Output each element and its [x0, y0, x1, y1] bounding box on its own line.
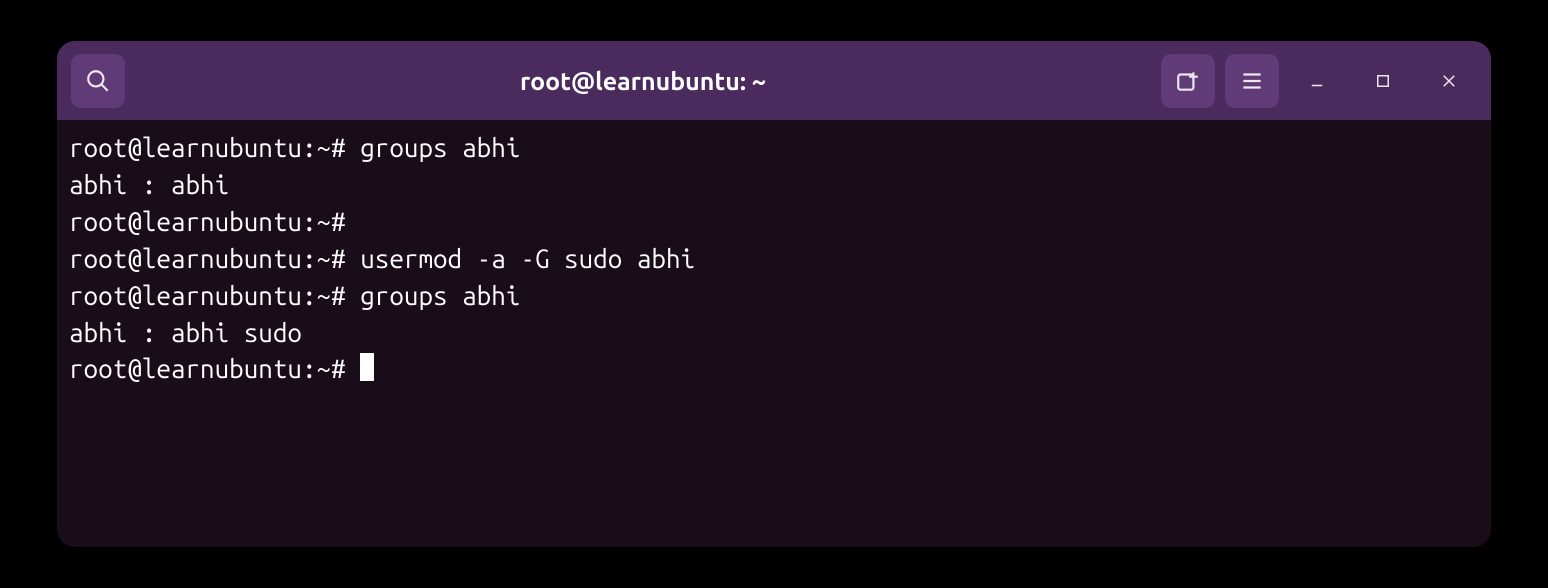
menu-button[interactable] — [1225, 54, 1279, 108]
search-button[interactable] — [71, 54, 125, 108]
search-icon — [85, 68, 111, 94]
cursor — [360, 353, 374, 381]
terminal-line: root@learnubuntu:~# usermod -a -G sudo a… — [69, 241, 1479, 278]
minimize-button[interactable] — [1289, 54, 1345, 108]
window-title: root@learnubuntu: ~ — [135, 67, 1151, 95]
prompt-text: root@learnubuntu:~# — [69, 354, 360, 383]
terminal-window: root@learnubuntu: ~ — [57, 41, 1491, 547]
maximize-icon — [1374, 72, 1392, 90]
new-tab-button[interactable] — [1161, 54, 1215, 108]
close-icon — [1440, 72, 1458, 90]
terminal-line: root@learnubuntu:~# groups abhi — [69, 130, 1479, 167]
titlebar-right-group — [1161, 54, 1477, 108]
terminal-body[interactable]: root@learnubuntu:~# groups abhi abhi : a… — [57, 120, 1491, 547]
new-tab-icon — [1175, 68, 1201, 94]
terminal-line: root@learnubuntu:~# — [69, 204, 1479, 241]
terminal-line: root@learnubuntu:~# — [69, 351, 1479, 388]
terminal-line: root@learnubuntu:~# groups abhi — [69, 278, 1479, 315]
titlebar: root@learnubuntu: ~ — [57, 41, 1491, 120]
maximize-button[interactable] — [1355, 54, 1411, 108]
hamburger-icon — [1239, 68, 1265, 94]
terminal-line: abhi : abhi — [69, 167, 1479, 204]
terminal-line: abhi : abhi sudo — [69, 315, 1479, 352]
close-button[interactable] — [1421, 54, 1477, 108]
minimize-icon — [1308, 72, 1326, 90]
